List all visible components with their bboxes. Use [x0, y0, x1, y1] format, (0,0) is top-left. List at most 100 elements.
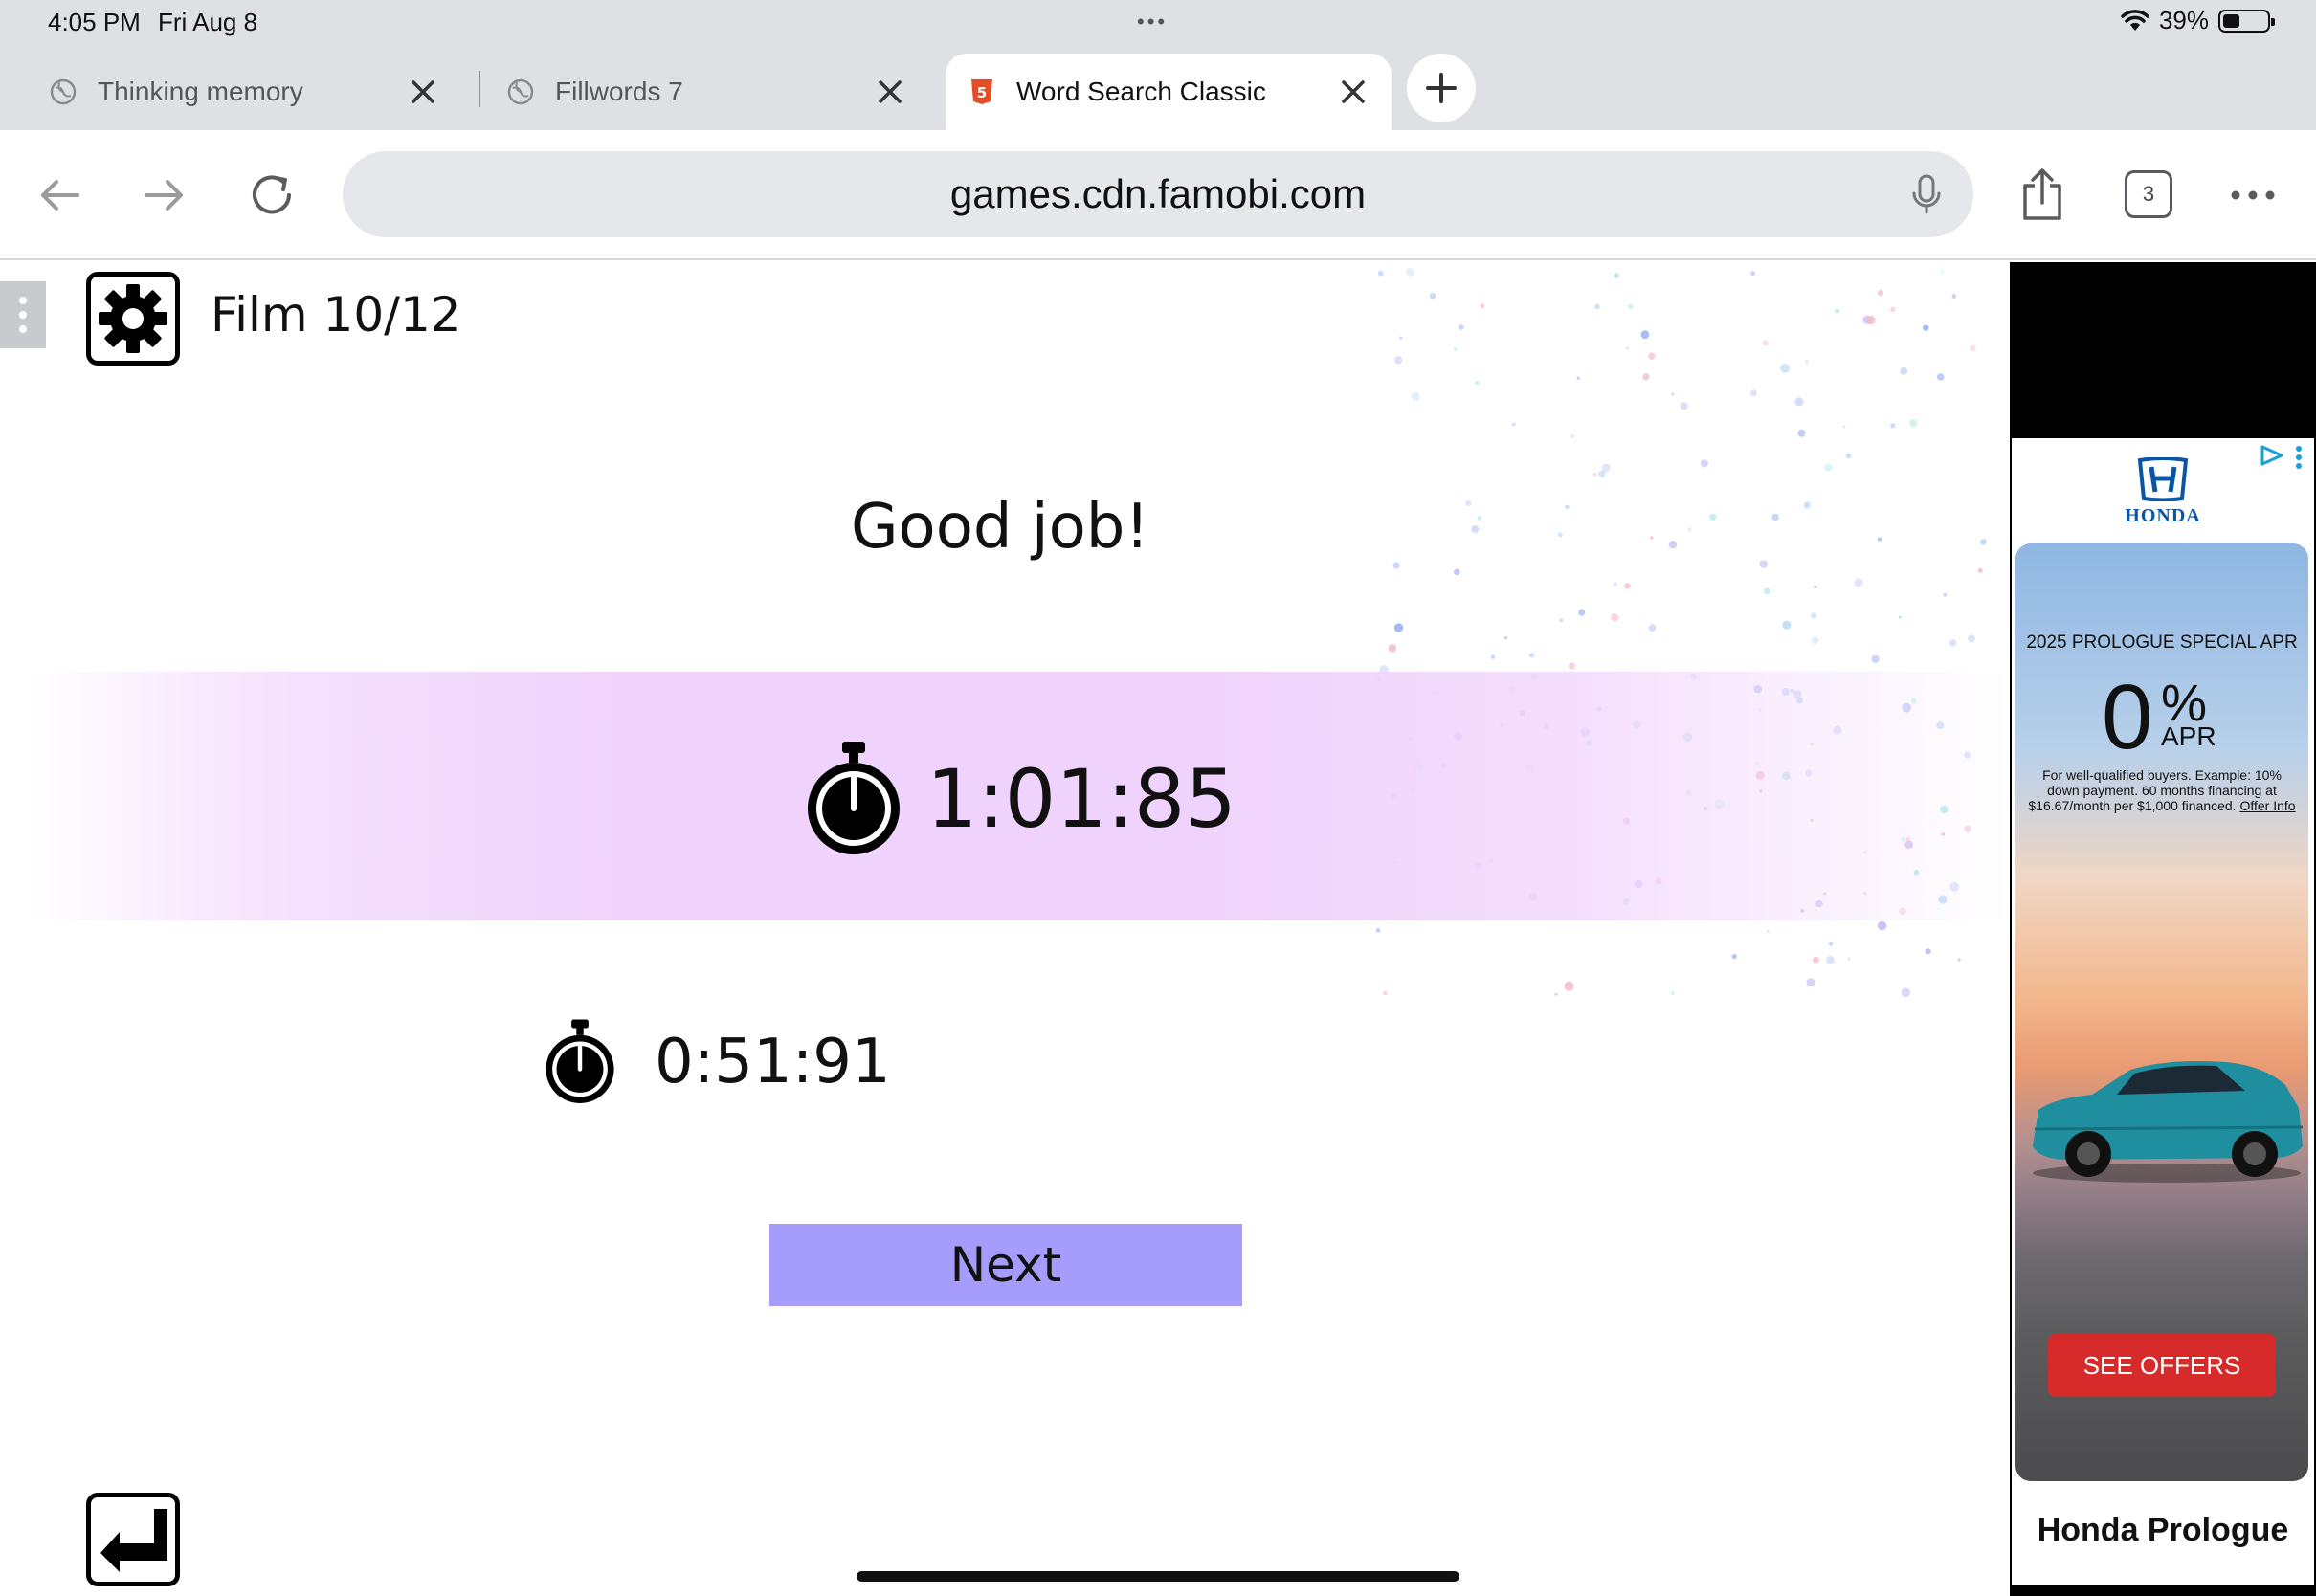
- status-bar: 4:05 PM Fri Aug 8 ••• 39%: [0, 0, 2316, 48]
- tab-word-search-classic[interactable]: 5 Word Search Classic: [946, 54, 1392, 130]
- confetti-particle: [1406, 267, 1414, 277]
- confetti-particle: [1578, 609, 1586, 616]
- confetti-particle: [1762, 340, 1769, 346]
- next-button[interactable]: Next: [769, 1224, 1242, 1306]
- offer-info-link[interactable]: Offer Info: [2239, 798, 2295, 813]
- confetti-particle: [1936, 373, 1945, 381]
- confetti-particle: [1900, 366, 1908, 375]
- battery-icon: [2218, 9, 2275, 33]
- confetti-particle: [1813, 956, 1819, 964]
- home-indicator[interactable]: [857, 1571, 1459, 1582]
- confetti-particle: [1568, 662, 1575, 670]
- tab-title: Thinking memory: [98, 77, 303, 106]
- confetti-particle: [1642, 373, 1650, 381]
- confetti-particle: [1490, 654, 1496, 659]
- tab-count-button[interactable]: 3: [2125, 170, 2172, 218]
- confetti-particle: [1731, 954, 1737, 960]
- svg-text:5: 5: [977, 84, 987, 101]
- more-options-button[interactable]: [2220, 163, 2285, 228]
- tab-fillwords-7[interactable]: Fillwords 7: [507, 54, 928, 130]
- confetti-particle: [1411, 392, 1420, 401]
- confetti-particle: [1700, 459, 1708, 468]
- new-tab-button[interactable]: [1407, 54, 1476, 122]
- close-icon[interactable]: [406, 75, 440, 109]
- share-button[interactable]: [2010, 163, 2075, 228]
- ad-rate-unit: APR: [2161, 721, 2216, 751]
- status-indicators: 39%: [2121, 6, 2275, 35]
- reload-button[interactable]: [239, 163, 304, 228]
- confetti-particle: [1797, 429, 1806, 437]
- back-button[interactable]: [86, 1493, 180, 1586]
- confetti-particle: [1393, 623, 1404, 632]
- microphone-icon[interactable]: [1903, 170, 1950, 218]
- confetti-particle: [1842, 425, 1846, 429]
- confetti-particle: [1640, 330, 1650, 340]
- honda-logo: HONDA: [2115, 457, 2211, 534]
- plus-icon: [1426, 73, 1457, 103]
- side-menu-handle[interactable]: [0, 281, 46, 348]
- confetti-particle: [1949, 639, 1957, 647]
- confetti-particle: [1890, 306, 1896, 313]
- confetti-particle: [1377, 270, 1384, 277]
- confetti-particle: [1845, 453, 1852, 459]
- confetti-particle: [1811, 636, 1819, 645]
- confetti-particle: [1782, 620, 1792, 630]
- confetti-particle: [1828, 942, 1834, 946]
- ad-fine-print: For well-qualified buyers. Example: 10% …: [2027, 767, 2297, 813]
- confetti-particle: [1648, 352, 1656, 360]
- confetti-particle: [1750, 271, 1756, 277]
- address-bar[interactable]: games.cdn.famobi.com: [343, 151, 1973, 237]
- close-icon[interactable]: [1336, 75, 1370, 109]
- confetti-particle: [1835, 308, 1840, 314]
- confetti-particle: [1504, 635, 1508, 640]
- honda-wordmark: HONDA: [2125, 505, 2201, 526]
- current-time-value: 1:01:85: [926, 752, 1236, 846]
- confetti-particle: [1458, 324, 1464, 330]
- confetti-particle: [1811, 612, 1817, 619]
- confetti-particle: [1847, 957, 1851, 961]
- ad-rate: 0: [2102, 666, 2153, 768]
- multitasking-dots-icon[interactable]: •••: [1137, 10, 1168, 34]
- confetti-particle: [1968, 634, 1975, 643]
- tab-thinking-memory[interactable]: Thinking memory: [50, 54, 461, 130]
- close-icon[interactable]: [873, 75, 907, 109]
- confetti-particle: [1866, 315, 1876, 325]
- forward-nav-button[interactable]: [132, 163, 197, 228]
- confetti-particle: [1977, 567, 1983, 573]
- confetti-particle: [1613, 582, 1617, 587]
- confetti-particle: [1877, 920, 1887, 931]
- ad-creative[interactable]: 2025 PROLOGUE SPECIAL APR 0 % APR For we…: [2015, 543, 2308, 1481]
- confetti-particle: [1554, 992, 1558, 996]
- confetti-particle: [1592, 472, 1597, 477]
- confetti-particle: [1570, 434, 1574, 438]
- confetti-particle: [1824, 463, 1833, 472]
- url-text: games.cdn.famobi.com: [949, 171, 1367, 216]
- confetti-particle: [1943, 592, 1948, 597]
- settings-button[interactable]: [86, 272, 180, 366]
- confetti-particle: [1794, 397, 1804, 407]
- back-nav-button[interactable]: [27, 163, 92, 228]
- arrow-right-icon: [145, 180, 183, 211]
- confetti-particle: [1394, 356, 1403, 365]
- globe-icon: [50, 78, 77, 105]
- confetti-particle: [1648, 624, 1657, 632]
- confetti-particle: [1392, 562, 1400, 569]
- confetti-particle: [1480, 303, 1485, 309]
- confetti-particle: [1925, 948, 1931, 955]
- confetti-particle: [1398, 336, 1403, 341]
- battery-fill: [2223, 13, 2240, 28]
- confetti-particle: [1805, 360, 1809, 364]
- ad-options-icon[interactable]: [2295, 446, 2303, 469]
- confetti-particle: [1890, 423, 1896, 429]
- adchoices-icon[interactable]: [2259, 444, 2285, 467]
- return-arrow-icon: [100, 1509, 167, 1572]
- confetti-particle: [1680, 402, 1688, 410]
- ad-product-name: Honda Prologue: [2037, 1512, 2289, 1548]
- level-label: Film 10/12: [211, 287, 461, 343]
- confetti-particles: [1375, 267, 1987, 998]
- confetti-particle: [1611, 613, 1619, 622]
- confetti-particle: [1624, 583, 1631, 589]
- confetti-particle: [1564, 981, 1574, 991]
- tab-title: Fillwords 7: [555, 77, 683, 106]
- see-offers-button[interactable]: SEE OFFERS: [2048, 1334, 2276, 1397]
